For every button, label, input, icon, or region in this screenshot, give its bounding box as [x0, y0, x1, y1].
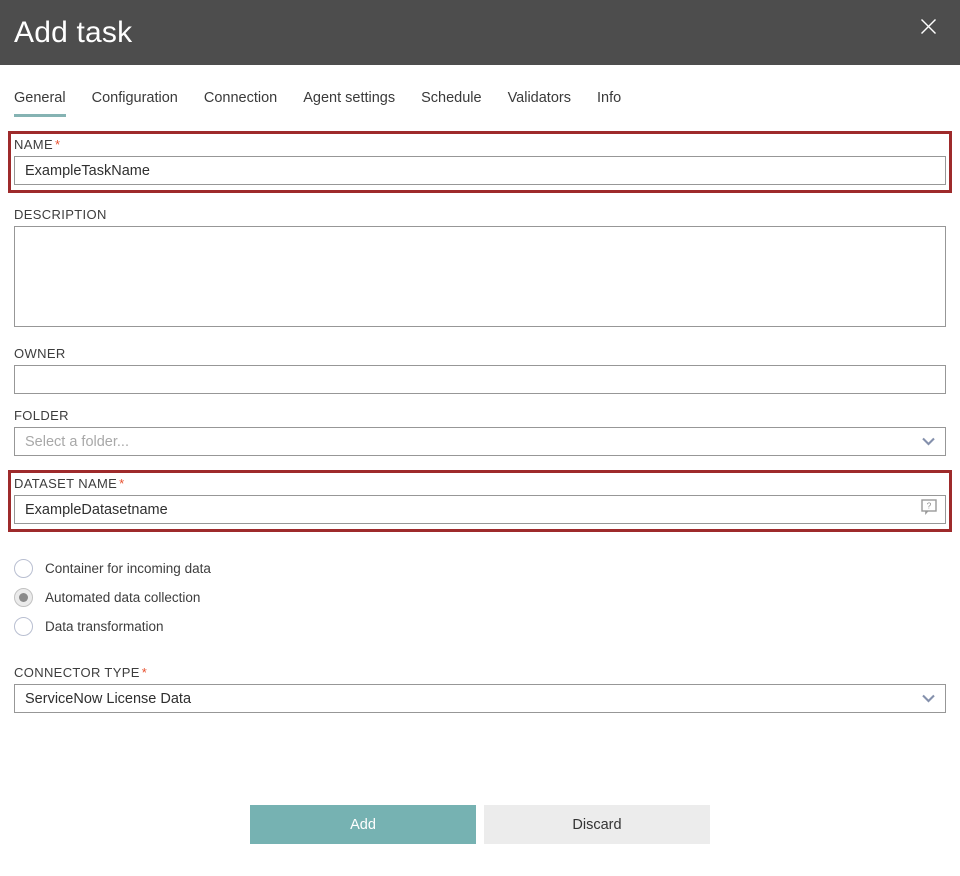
dataset-name-required-marker: *: [119, 476, 124, 491]
field-group-owner: OWNER: [14, 346, 946, 394]
name-label: NAME*: [14, 137, 946, 152]
field-group-folder: FOLDER: [14, 408, 946, 456]
tab-agent-settings[interactable]: Agent settings: [303, 91, 395, 118]
tab-agent-settings-label: Agent settings: [303, 90, 395, 106]
radio-data-transformation[interactable]: Data transformation: [14, 612, 946, 641]
radio-label: Automated data collection: [45, 590, 200, 605]
dataset-name-label: DATASET NAME*: [14, 476, 946, 491]
tab-info-label: Info: [597, 90, 621, 106]
tab-validators[interactable]: Validators: [508, 91, 571, 118]
task-form: NAME* DESCRIPTION OWNER FOLDER DATASET N…: [0, 131, 960, 844]
folder-label: FOLDER: [14, 408, 946, 423]
radio-automated-data-collection[interactable]: Automated data collection: [14, 583, 946, 612]
radio-button-icon: [14, 617, 33, 636]
page-title: Add task: [14, 18, 132, 48]
tab-configuration-label: Configuration: [92, 90, 178, 106]
tab-validators-label: Validators: [508, 90, 571, 106]
radio-container-for-incoming-data[interactable]: Container for incoming data: [14, 554, 946, 583]
task-type-radio-group: Container for incoming data Automated da…: [14, 554, 946, 641]
radio-button-icon-selected: [14, 588, 33, 607]
radio-label: Data transformation: [45, 619, 164, 634]
tab-general[interactable]: General: [14, 91, 66, 118]
dialog-footer: Add Discard: [14, 805, 946, 844]
folder-select[interactable]: [14, 427, 946, 456]
field-group-dataset-name: DATASET NAME* ?: [8, 470, 952, 532]
connector-type-select-wrapper: [14, 684, 946, 713]
dataset-name-input-wrapper: ?: [14, 495, 946, 524]
owner-input[interactable]: [14, 365, 946, 394]
dataset-name-input[interactable]: [14, 495, 946, 524]
svg-text:?: ?: [927, 500, 932, 510]
folder-select-wrapper: [14, 427, 946, 456]
name-input[interactable]: [14, 156, 946, 185]
tab-configuration[interactable]: Configuration: [92, 91, 178, 118]
tab-connection-label: Connection: [204, 90, 277, 106]
name-label-text: NAME: [14, 137, 53, 152]
field-group-description: DESCRIPTION: [14, 207, 946, 332]
description-textarea[interactable]: [14, 226, 946, 327]
discard-button[interactable]: Discard: [484, 805, 710, 844]
connector-type-label: CONNECTOR TYPE*: [14, 665, 946, 680]
field-group-connector-type: CONNECTOR TYPE*: [14, 665, 946, 713]
radio-label: Container for incoming data: [45, 561, 211, 576]
name-required-marker: *: [55, 137, 60, 152]
dataset-name-label-text: DATASET NAME: [14, 476, 117, 491]
tab-connection[interactable]: Connection: [204, 91, 277, 118]
add-button[interactable]: Add: [250, 805, 476, 844]
tab-schedule-label: Schedule: [421, 90, 481, 106]
tab-bar: General Configuration Connection Agent s…: [0, 75, 960, 117]
field-group-name: NAME*: [8, 131, 952, 193]
tab-general-label: General: [14, 90, 66, 106]
help-tooltip-icon[interactable]: ?: [921, 499, 938, 521]
connector-type-required-marker: *: [142, 665, 147, 680]
dialog-header: Add task: [0, 0, 960, 65]
tab-info[interactable]: Info: [597, 91, 621, 118]
close-icon: [920, 18, 937, 35]
owner-label: OWNER: [14, 346, 946, 361]
close-button[interactable]: [910, 8, 946, 44]
radio-button-icon: [14, 559, 33, 578]
tab-schedule[interactable]: Schedule: [421, 91, 481, 118]
description-label: DESCRIPTION: [14, 207, 946, 222]
connector-type-label-text: CONNECTOR TYPE: [14, 665, 140, 680]
connector-type-select[interactable]: [14, 684, 946, 713]
